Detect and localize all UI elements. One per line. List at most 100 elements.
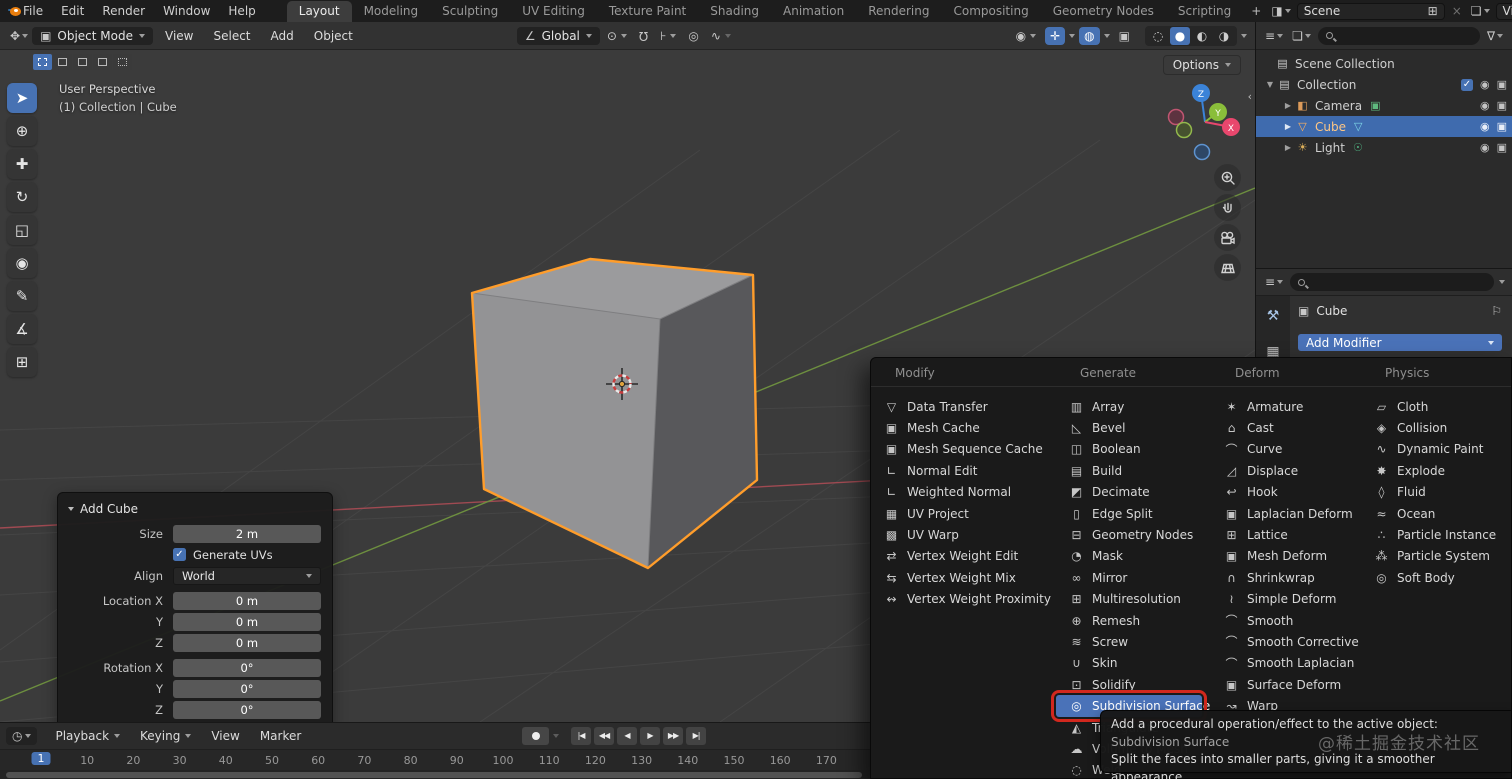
pivot-point-selector[interactable]: ⊙ <box>602 27 632 45</box>
mode-selector[interactable]: ▣ Object Mode <box>32 26 153 45</box>
modifier-item-soft-body[interactable]: ◎ Soft Body <box>1361 567 1494 588</box>
modifier-item-normal-edit[interactable]: ∟ Normal Edit <box>871 460 1047 481</box>
options-button[interactable]: Options <box>1162 55 1241 75</box>
rendered-shading-button[interactable]: ◑ <box>1214 27 1234 45</box>
location-x-field[interactable]: 0 m <box>173 591 321 610</box>
modifier-item-array[interactable]: ▥ Array <box>1056 396 1202 417</box>
add-cube-tool[interactable]: ⊞ <box>7 347 37 377</box>
zoom-view-button[interactable] <box>1214 164 1241 191</box>
frame-tick-90[interactable]: 90 <box>450 754 464 767</box>
editor-type-selector[interactable]: ✥ <box>8 29 30 43</box>
keying-set-dropdown-icon[interactable] <box>553 733 559 738</box>
modifier-item-cast[interactable]: ⌂ Cast <box>1211 417 1352 438</box>
toggle-ortho-button[interactable] <box>1214 254 1241 281</box>
modifier-item-ocean[interactable]: ≈ Ocean <box>1361 503 1494 524</box>
frame-tick-150[interactable]: 150 <box>724 754 745 767</box>
location-z-field[interactable]: 0 m <box>173 633 321 652</box>
breadcrumb-object-name[interactable]: Cube <box>1316 304 1347 318</box>
modifier-item-edge-split[interactable]: ▯ Edge Split <box>1056 503 1202 524</box>
select-lasso-button[interactable] <box>93 54 112 70</box>
orientation-selector[interactable]: ∠ Global <box>516 26 600 45</box>
outliner-filter-mode-selector[interactable]: ❏ <box>1290 29 1313 43</box>
modifier-item-surface-deform[interactable]: ▣ Surface Deform <box>1211 674 1352 695</box>
tab-sculpting[interactable]: Sculpting <box>430 1 510 22</box>
viewport-menu-object[interactable]: Object <box>304 29 363 43</box>
menu-render[interactable]: Render <box>93 0 154 22</box>
frame-tick-160[interactable]: 160 <box>770 754 791 767</box>
modifier-item-laplacian-deform[interactable]: ▣ Laplacian Deform <box>1211 503 1353 524</box>
scrollbar-thumb[interactable] <box>6 771 862 778</box>
play-button[interactable]: ▶ <box>640 726 660 745</box>
previous-keyframe-button[interactable]: ◀◀ <box>594 726 614 745</box>
scene-selector-icon[interactable]: ◨ <box>1269 4 1292 18</box>
proportional-editing-toggle[interactable]: ◎ <box>683 27 703 45</box>
modifier-item-uv-project[interactable]: ▦ UV Project <box>871 503 1047 524</box>
expand-icon[interactable]: ▶ <box>1282 143 1294 152</box>
modifier-item-shrinkwrap[interactable]: ∩ Shrinkwrap <box>1211 567 1352 588</box>
expand-icon[interactable]: ▶ <box>1282 101 1294 110</box>
camera-view-button[interactable] <box>1214 224 1241 251</box>
hide-eye-icon[interactable]: ◉ <box>1480 141 1490 154</box>
frame-tick-50[interactable]: 50 <box>265 754 279 767</box>
disable-render-icon[interactable]: ▣ <box>1497 78 1507 91</box>
tab-animation[interactable]: Animation <box>771 1 856 22</box>
disable-render-icon[interactable]: ▣ <box>1497 120 1507 133</box>
tab-texture-paint[interactable]: Texture Paint <box>597 1 698 22</box>
modifier-item-screw[interactable]: ≋ Screw <box>1056 631 1202 652</box>
viewlayer-field[interactable]: ViewLayer ⊞ <box>1495 2 1512 20</box>
modifier-item-collision[interactable]: ◈ Collision <box>1361 417 1494 438</box>
disable-render-icon[interactable]: ▣ <box>1497 141 1507 154</box>
collection-checkbox[interactable]: ✓ <box>1460 78 1473 91</box>
outliner-row-cube[interactable]: ▶ ▽ Cube ▽ ◉ ▣ <box>1256 116 1512 137</box>
axis-neg-y-ball[interactable] <box>1175 121 1193 139</box>
generate-uvs-checkbox[interactable]: ✓ <box>173 548 186 561</box>
modifier-item-data-transfer[interactable]: ▽ Data Transfer <box>871 396 1047 417</box>
modifier-item-curve[interactable]: ⌒ Curve <box>1211 439 1352 460</box>
modifier-item-geometry-nodes[interactable]: ⊟ Geometry Nodes <box>1056 524 1202 545</box>
timeline-menu-marker[interactable]: Marker <box>250 729 311 743</box>
frame-tick-10[interactable]: 10 <box>80 754 94 767</box>
modifier-item-mesh-sequence-cache[interactable]: ▣ Mesh Sequence Cache <box>871 439 1047 460</box>
frame-tick-60[interactable]: 60 <box>311 754 325 767</box>
transform-tool[interactable]: ◉ <box>7 248 37 278</box>
xray-toggle[interactable]: ▣ <box>1114 27 1135 45</box>
modifier-item-bevel[interactable]: ◺ Bevel <box>1056 417 1202 438</box>
properties-search-input[interactable] <box>1290 273 1494 291</box>
frame-tick-140[interactable]: 140 <box>677 754 698 767</box>
measure-tool[interactable]: ∡ <box>7 314 37 344</box>
hide-eye-icon[interactable]: ◉ <box>1480 120 1490 133</box>
snap-toggle[interactable]: Ω <box>634 27 653 45</box>
frame-tick-70[interactable]: 70 <box>357 754 371 767</box>
modifier-item-vertex-weight-mix[interactable]: ⇆ Vertex Weight Mix <box>871 567 1047 588</box>
modifier-item-smooth-laplacian[interactable]: ⌒ Smooth Laplacian <box>1211 653 1354 674</box>
menu-help[interactable]: Help <box>219 0 264 22</box>
modifier-item-particle-system[interactable]: ⁂ Particle System <box>1361 546 1494 567</box>
tab-shading[interactable]: Shading <box>698 1 771 22</box>
modifier-item-lattice[interactable]: ⊞ Lattice <box>1211 524 1352 545</box>
modifier-item-dynamic-paint[interactable]: ∿ Dynamic Paint <box>1361 439 1494 460</box>
gizmos-toggle[interactable]: ✛ <box>1045 26 1066 45</box>
modifier-item-multiresolution[interactable]: ⊞ Multiresolution <box>1056 589 1202 610</box>
properties-editor-selector[interactable]: ≡ <box>1263 275 1285 289</box>
modifier-item-smooth-corrective[interactable]: ⌒ Smooth Corrective <box>1211 631 1358 652</box>
viewport-menu-select[interactable]: Select <box>203 29 260 43</box>
tab-uv-editing[interactable]: UV Editing <box>510 1 597 22</box>
rotate-tool[interactable]: ↻ <box>7 182 37 212</box>
modifier-item-simple-deform[interactable]: ≀ Simple Deform <box>1211 589 1352 610</box>
expand-icon[interactable]: ▶ <box>1282 122 1294 131</box>
frame-tick-100[interactable]: 100 <box>493 754 514 767</box>
current-frame-indicator[interactable]: 1 <box>31 751 51 765</box>
snap-settings-selector[interactable]: ⊦ <box>655 27 681 45</box>
modifier-item-mesh-deform[interactable]: ▣ Mesh Deform <box>1211 546 1352 567</box>
modifier-item-fluid[interactable]: ◊ Fluid <box>1361 482 1494 503</box>
outliner-row-camera[interactable]: ▶ ◧ Camera ▣ ◉ ▣ <box>1256 95 1512 116</box>
timeline-menu-playback[interactable]: Playback <box>45 729 130 743</box>
next-keyframe-button[interactable]: ▶▶ <box>663 726 683 745</box>
tab-rendering[interactable]: Rendering <box>856 1 941 22</box>
disable-render-icon[interactable]: ▣ <box>1497 99 1507 112</box>
auto-keying-record-button[interactable] <box>522 726 549 745</box>
modifier-item-displace[interactable]: ◿ Displace <box>1211 460 1352 481</box>
properties-options-icon[interactable] <box>1499 280 1505 284</box>
shading-dropdown-icon[interactable] <box>1241 33 1247 38</box>
add-workspace-button[interactable]: + <box>1243 1 1269 22</box>
